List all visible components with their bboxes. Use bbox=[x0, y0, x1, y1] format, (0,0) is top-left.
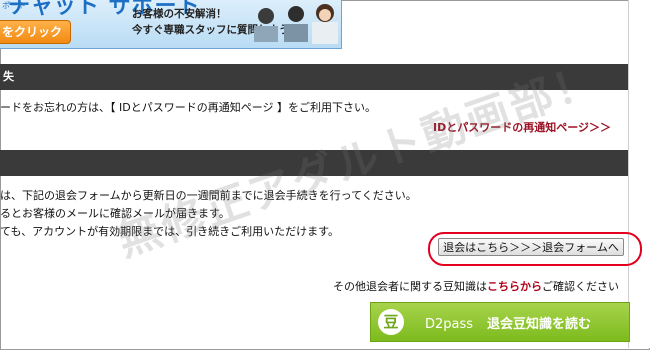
trivia-read-button[interactable]: 豆 D2pass 退会豆知識を読む bbox=[370, 302, 630, 342]
banner-click-button[interactable]: をクリック bbox=[0, 20, 71, 44]
id-password-notice: ードをお忘れの方は、【 IDとパスワードの再通知ページ 】をご利用下さい。 bbox=[0, 101, 376, 114]
section-header-unsubscribe bbox=[0, 150, 628, 176]
unsubscribe-text-1: は、下記の退会フォームから更新日の一週間前までに退会手続きを行ってください。 bbox=[0, 189, 417, 202]
trivia-button-label: D2pass 退会豆知識を読む bbox=[425, 317, 592, 332]
trivia-here-link[interactable]: こちらから bbox=[487, 280, 542, 293]
unsubscribe-text-3: ても、アカウントが有効期限までは、引き続きご利用いただけます。 bbox=[0, 225, 340, 238]
support-staff-icon bbox=[254, 4, 338, 44]
id-password-reset-link[interactable]: IDとパスワードの再通知ページ＞＞ bbox=[433, 119, 611, 135]
unsubscribe-text-2: るとお客様のメールに確認メールが届きます。 bbox=[0, 207, 230, 220]
unsubscribe-form-button[interactable]: 退会はこちら＞＞＞退会フォームへ bbox=[438, 238, 624, 256]
trivia-notice: その他退会者に関する豆知識はこちらからご確認ください bbox=[333, 280, 619, 293]
chat-support-banner[interactable]: ポート チャット サポート お客様の不安解消！ 今すぐ専職スタッフに質問しよう！… bbox=[0, 0, 342, 49]
service-name: D2pass bbox=[425, 317, 474, 332]
right-scroll-gutter bbox=[628, 0, 650, 348]
section-header-id-password: 失 bbox=[0, 64, 628, 90]
bean-badge-icon: 豆 bbox=[378, 309, 404, 335]
